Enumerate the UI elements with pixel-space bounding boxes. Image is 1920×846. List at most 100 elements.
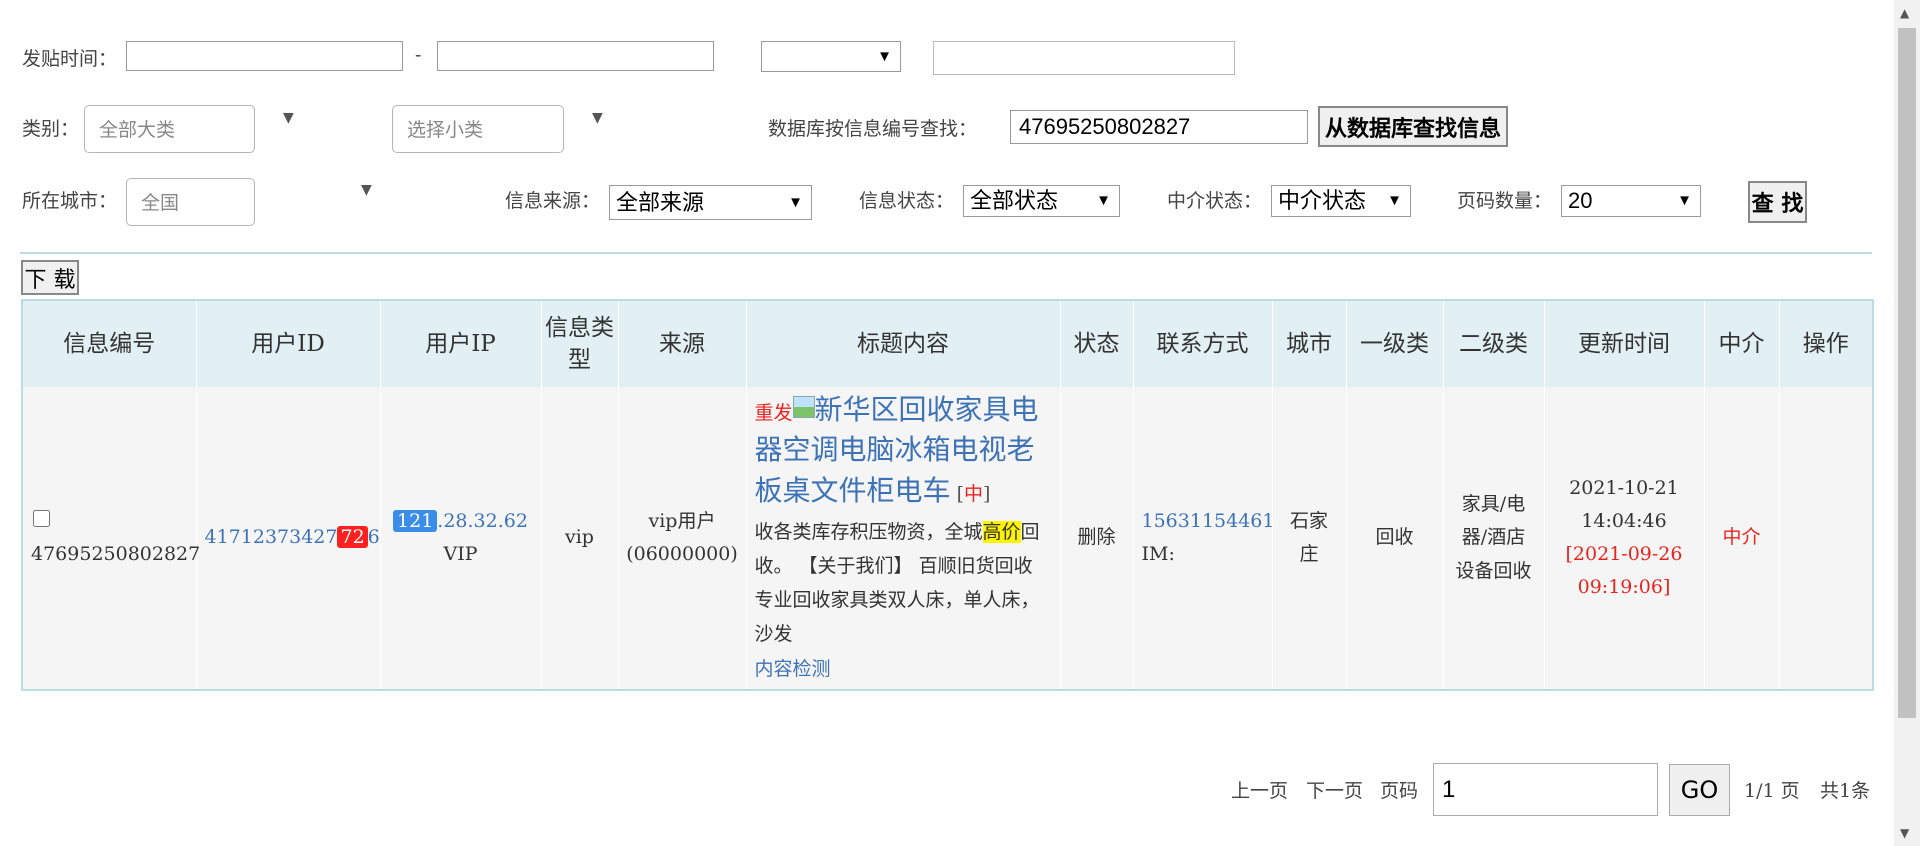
status-label: 信息状态：	[859, 190, 955, 212]
agent-status-select[interactable]: 中介状态 ▼	[1271, 185, 1411, 217]
prev-page-link[interactable]: 上一页	[1231, 776, 1288, 803]
page-info: 1/1 页	[1744, 780, 1800, 802]
status-select-value: 全部状态	[970, 188, 1059, 213]
cell-update-time: 2021-10-21 14:04:46 [2021-09-26 09:19:06…	[1544, 387, 1705, 690]
content-check-link[interactable]: 内容检测	[755, 658, 831, 680]
header-user-ip: 用户IP	[380, 300, 542, 387]
dropdown-arrow-icon: ▼	[1677, 192, 1692, 209]
user-id-prefix: 41712373427	[204, 526, 338, 549]
db-search-label: 数据库按信息编号查找：	[768, 118, 978, 140]
row-checkbox[interactable]	[33, 509, 50, 527]
db-search-input[interactable]	[1010, 110, 1308, 144]
post-description: 收各类库存积压物资，全城高价回收。 【关于我们】 百顺旧货回收专业回收家具类双人…	[755, 515, 1052, 652]
cell-action	[1779, 387, 1874, 690]
source-select[interactable]: 全部来源 ▼	[609, 185, 812, 220]
vertical-scrollbar[interactable]: ▲ ▼	[1894, 0, 1920, 846]
header-cat1: 一级类	[1346, 300, 1444, 387]
download-button[interactable]: 下 载	[21, 260, 79, 295]
orig-time-date: [2021-09-26	[1565, 543, 1683, 565]
header-city: 城市	[1272, 300, 1347, 387]
page-size-select-value: 20	[1568, 188, 1593, 213]
ip-vip-tag: VIP	[443, 543, 478, 565]
cell-status: 删除	[1060, 387, 1134, 690]
cell-title-content: 重发 新华区回收家具电器空调电脑冰箱电视老板桌文件柜电车 [中] 收各类库存积压物…	[746, 387, 1061, 690]
subcategory-select[interactable]: 选择小类	[392, 105, 564, 153]
scrollbar-thumb[interactable]	[1898, 28, 1916, 718]
desc-highlight-2: 价	[1001, 520, 1021, 543]
city-caret-icon[interactable]: ▼	[361, 182, 372, 198]
header-info-id: 信息编号	[22, 300, 197, 387]
ip-rest: .28.32.62	[437, 509, 528, 532]
page-label: 页码	[1380, 780, 1419, 802]
user-ip-link[interactable]: 121.28.32.62	[393, 509, 528, 532]
scroll-up-icon[interactable]: ▲	[1900, 6, 1909, 20]
title-agent-tag: 中	[963, 482, 983, 505]
source-line-1: vip用户	[648, 509, 716, 532]
header-update-time: 更新时间	[1544, 300, 1705, 387]
category-label: 类别：	[22, 118, 80, 140]
cell-source: vip用户 (06000000)	[618, 387, 747, 690]
cell-agent: 中介	[1704, 387, 1780, 690]
db-search-button[interactable]: 从数据库查找信息	[1318, 106, 1508, 147]
city-select[interactable]: 全国	[126, 178, 255, 226]
page-number-input[interactable]	[1433, 763, 1658, 816]
next-page-link[interactable]: 下一页	[1306, 776, 1363, 803]
orig-time-clock: 09:19:06]	[1577, 576, 1671, 599]
cell-user-ip: 121.28.32.62 VIP	[380, 387, 542, 690]
subcategory-caret-icon[interactable]: ▼	[592, 110, 603, 126]
desc-highlight-1: 高	[982, 520, 1002, 543]
header-info-type: 信息类型	[541, 300, 619, 387]
category-select[interactable]: 全部大类	[84, 105, 255, 153]
cell-user-id: 41712373427 72 6	[196, 387, 381, 690]
status-select[interactable]: 全部状态 ▼	[963, 185, 1120, 217]
phone-link[interactable]: 15631154461	[1142, 510, 1275, 532]
source-label: 信息来源：	[505, 190, 601, 212]
im-label: IM:	[1141, 543, 1175, 565]
agent-link[interactable]: 中介	[1722, 526, 1760, 548]
post-time-label: 发贴时间：	[22, 48, 118, 70]
header-title-content: 标题内容	[746, 300, 1061, 387]
extra-select[interactable]: ▼	[761, 41, 901, 72]
section-divider	[20, 252, 1872, 254]
agent-status-label: 中介状态：	[1167, 190, 1263, 212]
source-line-2: (06000000)	[626, 543, 738, 565]
cell-contact: 15631154461 IM:	[1133, 387, 1275, 690]
total-count: 共1条	[1820, 780, 1871, 802]
header-source: 来源	[618, 300, 747, 387]
city-label: 所在城市：	[22, 190, 118, 212]
dropdown-arrow-icon: ▼	[788, 194, 803, 211]
user-id-suffix: 6	[367, 526, 380, 549]
go-button[interactable]: GO	[1669, 764, 1730, 816]
header-agent: 中介	[1704, 300, 1780, 387]
cell-info-type: vip	[541, 387, 619, 690]
update-time-date: 2021-10-21	[1569, 476, 1679, 499]
header-action: 操作	[1779, 300, 1874, 387]
user-id-link[interactable]: 41712373427 72 6	[204, 526, 380, 549]
page-size-select[interactable]: 20 ▼	[1561, 185, 1701, 217]
date-to-input[interactable]	[437, 41, 714, 71]
scroll-down-icon[interactable]: ▼	[1900, 826, 1909, 840]
info-table: 信息编号 用户ID 用户IP 信息类型 来源 标题内容 状态 联系方式 城市 一…	[21, 299, 1874, 691]
image-icon	[792, 396, 815, 419]
dropdown-arrow-icon: ▼	[1387, 192, 1402, 209]
date-separator: -	[415, 44, 422, 66]
agent-status-select-value: 中介状态	[1278, 188, 1367, 213]
cell-cat2: 家具/电器/酒店设备回收	[1443, 387, 1545, 690]
page-size-label: 页码数量：	[1457, 190, 1553, 212]
table-header-row: 信息编号 用户ID 用户IP 信息类型 来源 标题内容 状态 联系方式 城市 一…	[22, 300, 1874, 387]
category-caret-icon[interactable]: ▼	[283, 110, 294, 126]
cell-city: 石家庄	[1272, 387, 1347, 690]
date-from-input[interactable]	[126, 41, 403, 71]
dropdown-arrow-icon: ▼	[1096, 192, 1111, 209]
extra-text-input[interactable]	[933, 41, 1235, 75]
agent-bracket-open: [	[956, 482, 964, 505]
user-id-badge: 72	[337, 526, 368, 549]
source-select-value: 全部来源	[616, 190, 705, 215]
search-button[interactable]: 查 找	[1748, 181, 1807, 223]
cell-cat1: 回收	[1346, 387, 1444, 690]
desc-part-1: 收各类库存积压物资，全城	[754, 520, 983, 543]
cell-info-id: 47695250802827	[22, 387, 200, 690]
table-row: 47695250802827 41712373427 72 6 121.28.32.…	[22, 387, 1874, 690]
header-cat2: 二级类	[1443, 300, 1545, 387]
header-status: 状态	[1060, 300, 1134, 387]
